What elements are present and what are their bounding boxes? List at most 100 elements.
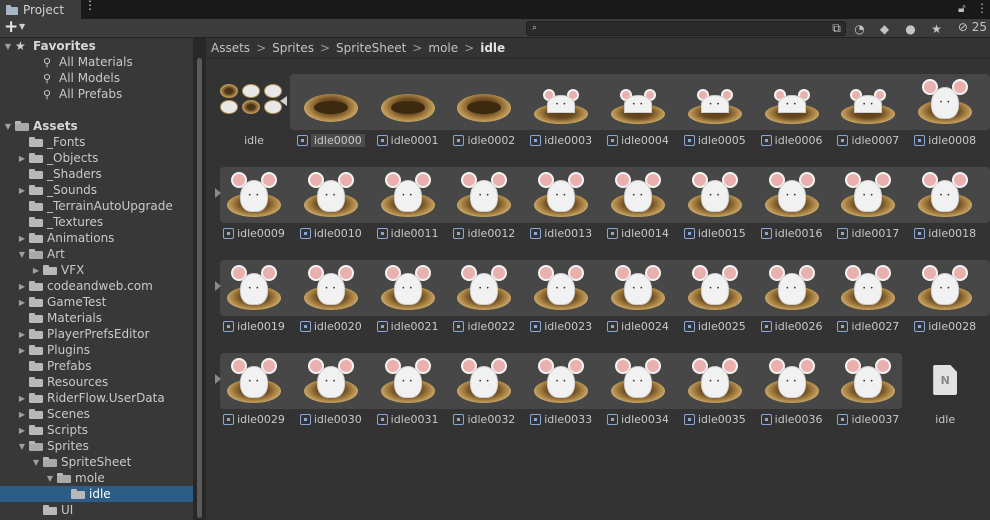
sprite-frame[interactable]: • • idle0012 xyxy=(446,165,522,251)
sprite-frame[interactable]: • • idle0027 xyxy=(830,258,906,344)
expanded-arrow-icon[interactable]: ▼ xyxy=(3,42,13,51)
filter-by-type-icon[interactable]: ◔ xyxy=(851,20,868,37)
tree-item[interactable]: ▶ Plugins xyxy=(0,342,193,358)
sprite-frame[interactable]: • • idle0016 xyxy=(754,165,830,251)
tree-item[interactable]: ▶ RiderFlow.UserData xyxy=(0,390,193,406)
sprite-atlas-asset[interactable]: idle xyxy=(216,72,292,158)
search-input[interactable]: ⌕ xyxy=(526,21,846,36)
sprite-frame[interactable]: • • idle0008 xyxy=(907,72,983,158)
sprite-frame[interactable]: • • idle0022 xyxy=(446,258,522,344)
lock-icon[interactable]: 🔓︎ xyxy=(958,1,966,16)
collapsed-arrow-icon[interactable]: ▶ xyxy=(17,298,27,307)
sprite-frame[interactable]: • • idle0032 xyxy=(446,351,522,437)
hidden-packages-toggle[interactable]: ⊘ 25 xyxy=(958,20,987,34)
collapsed-arrow-icon[interactable]: ▶ xyxy=(17,330,27,339)
collapsed-arrow-icon[interactable]: ▶ xyxy=(17,186,27,195)
tree-item[interactable]: ▼ ★ Favorites xyxy=(0,38,193,54)
collapsed-arrow-icon[interactable]: ▶ xyxy=(17,426,27,435)
tree-item[interactable]: _Fonts xyxy=(0,134,193,150)
sprite-frame[interactable]: • • idle0018 xyxy=(907,165,983,251)
sprite-frame[interactable]: idle0001 xyxy=(370,72,446,158)
sprite-frame[interactable]: • • idle0030 xyxy=(293,351,369,437)
sprite-frame[interactable]: • • idle0037 xyxy=(830,351,906,437)
breadcrumb-item[interactable]: idle xyxy=(480,41,505,55)
sprite-frame[interactable]: • • idle0013 xyxy=(523,165,599,251)
collapsed-arrow-icon[interactable]: ▶ xyxy=(17,234,27,243)
tree-item[interactable]: ▶ Scripts xyxy=(0,422,193,438)
expanded-arrow-icon[interactable]: ▼ xyxy=(17,442,27,451)
tree-item[interactable]: ⚲ All Materials xyxy=(0,54,193,70)
tree-item[interactable]: ▼ mole xyxy=(0,470,193,486)
sprite-frame[interactable]: • • idle0006 xyxy=(754,72,830,158)
sprite-frame[interactable]: • • idle0026 xyxy=(754,258,830,344)
sprite-frame[interactable]: • • idle0035 xyxy=(677,351,753,437)
tree-item[interactable]: ▶ VFX xyxy=(0,262,193,278)
tree-item[interactable]: ⚲ All Prefabs xyxy=(0,86,193,102)
tree-item[interactable]: idle xyxy=(0,486,193,502)
animation-asset[interactable]: Nidle xyxy=(907,351,983,437)
tree-item[interactable]: ▼ Art xyxy=(0,246,193,262)
tree-item[interactable]: ▶ GameTest xyxy=(0,294,193,310)
sprite-frame[interactable]: • • idle0015 xyxy=(677,165,753,251)
tree-item[interactable]: ▶ PlayerPrefsEditor xyxy=(0,326,193,342)
expanded-arrow-icon[interactable]: ▼ xyxy=(17,250,27,259)
expanded-arrow-icon[interactable]: ▼ xyxy=(3,122,13,131)
collapsed-arrow-icon[interactable]: ▶ xyxy=(17,282,27,291)
sprite-frame[interactable]: idle0000 xyxy=(293,72,369,158)
breadcrumb-item[interactable]: Sprites xyxy=(272,41,314,55)
expanded-arrow-icon[interactable]: ▼ xyxy=(45,474,55,483)
breadcrumb-item[interactable]: SpriteSheet xyxy=(336,41,406,55)
sprite-frame[interactable]: • • idle0036 xyxy=(754,351,830,437)
sprite-frame[interactable]: • • idle0014 xyxy=(600,165,676,251)
tab-options-icon[interactable]: ⋮ xyxy=(84,0,96,12)
sprite-frame[interactable]: • • idle0017 xyxy=(830,165,906,251)
tree-item[interactable]: _Textures xyxy=(0,214,193,230)
tree-item[interactable]: ▶ Animations xyxy=(0,230,193,246)
tree-item[interactable]: ▶ Scenes xyxy=(0,406,193,422)
filter-by-label-icon[interactable]: ◆ xyxy=(876,20,893,37)
favorites-star-icon[interactable]: ★ xyxy=(928,20,945,37)
sprite-frame[interactable]: • • idle0034 xyxy=(600,351,676,437)
create-button[interactable]: + xyxy=(4,17,18,37)
sprite-frame[interactable]: • • idle0033 xyxy=(523,351,599,437)
sprite-frame[interactable]: • • idle0007 xyxy=(830,72,906,158)
sprite-frame[interactable]: • • idle0021 xyxy=(370,258,446,344)
tree-item[interactable]: _TerrainAutoUpgrade xyxy=(0,198,193,214)
collapsed-arrow-icon[interactable]: ▶ xyxy=(17,394,27,403)
breadcrumb-item[interactable]: mole xyxy=(428,41,458,55)
tree-item[interactable]: ▶ codeandweb.com xyxy=(0,278,193,294)
sprite-frame[interactable]: • • idle0020 xyxy=(293,258,369,344)
sprite-frame[interactable]: • • idle0005 xyxy=(677,72,753,158)
sprite-frame[interactable]: • • idle0029 xyxy=(216,351,292,437)
tree-item[interactable]: ▼ Assets xyxy=(0,118,193,134)
tree-scrollbar[interactable] xyxy=(197,58,202,518)
tree-item[interactable]: Materials xyxy=(0,310,193,326)
tree-item[interactable]: ▼ SpriteSheet xyxy=(0,454,193,470)
tree-item[interactable]: Resources xyxy=(0,374,193,390)
collapsed-arrow-icon[interactable]: ▶ xyxy=(31,266,41,275)
sprite-frame[interactable]: • • idle0031 xyxy=(370,351,446,437)
window-menu-icon[interactable]: ⋮ xyxy=(976,1,988,15)
tree-item[interactable]: ⚲ All Models xyxy=(0,70,193,86)
collapsed-arrow-icon[interactable]: ▶ xyxy=(17,346,27,355)
tree-item[interactable]: UI xyxy=(0,502,193,518)
tree-item[interactable]: ▶ _Sounds xyxy=(0,182,193,198)
sprite-frame[interactable]: • • idle0004 xyxy=(600,72,676,158)
sprite-frame[interactable]: • • idle0003 xyxy=(523,72,599,158)
sprite-frame[interactable]: • • idle0025 xyxy=(677,258,753,344)
sprite-frame[interactable]: • • idle0010 xyxy=(293,165,369,251)
tree-item[interactable]: Prefabs xyxy=(0,358,193,374)
tree-item[interactable]: _Shaders xyxy=(0,166,193,182)
sprite-frame[interactable]: • • idle0019 xyxy=(216,258,292,344)
tree-item[interactable]: ▶ _Objects xyxy=(0,150,193,166)
sprite-frame[interactable]: • • idle0023 xyxy=(523,258,599,344)
sprite-frame[interactable]: idle0002 xyxy=(446,72,522,158)
breadcrumb-item[interactable]: Assets xyxy=(211,41,250,55)
sprite-frame[interactable]: • • idle0024 xyxy=(600,258,676,344)
sprite-frame[interactable]: • • idle0011 xyxy=(370,165,446,251)
collapsed-arrow-icon[interactable]: ▶ xyxy=(17,410,27,419)
search-by-scene-icon[interactable]: ⧉ xyxy=(828,20,845,37)
tree-item[interactable]: ▼ Sprites xyxy=(0,438,193,454)
expanded-arrow-icon[interactable]: ▼ xyxy=(31,458,41,467)
filter-by-log-icon[interactable]: ● xyxy=(902,20,919,37)
